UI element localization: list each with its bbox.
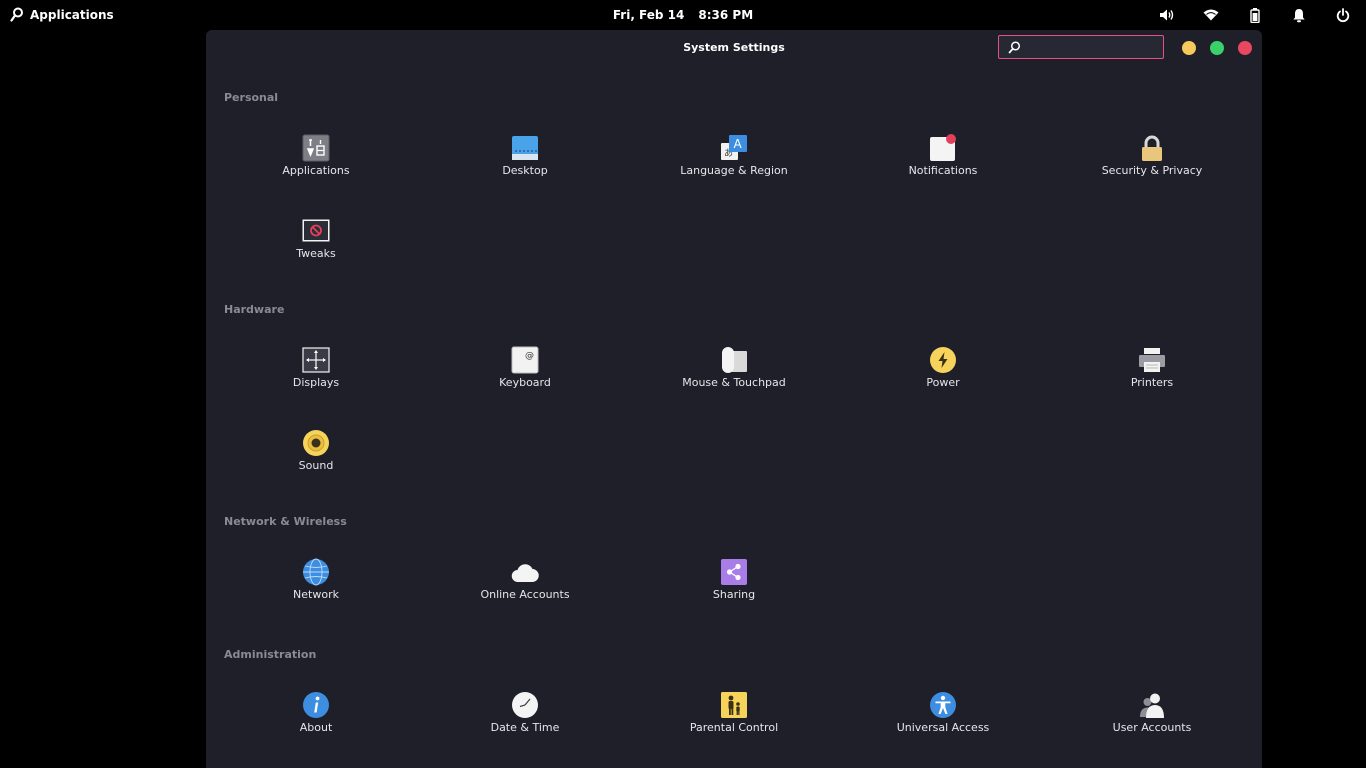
settings-item-security-privacy[interactable]: Security & Privacy xyxy=(1072,134,1232,192)
battery-icon xyxy=(1250,7,1260,23)
settings-item-keyboard[interactable]: @ Keyboard xyxy=(445,346,605,404)
tweaks-icon xyxy=(302,219,330,242)
settings-item-language-region[interactable]: あ A Language & Region xyxy=(654,134,814,192)
settings-item-parental-control[interactable]: Parental Control xyxy=(654,691,814,749)
settings-item-label: Displays xyxy=(292,376,340,389)
settings-item-label: Notifications xyxy=(908,164,978,177)
settings-item-label: Network xyxy=(293,588,339,601)
svg-text:A: A xyxy=(734,137,743,151)
settings-item-displays[interactable]: Displays xyxy=(236,346,396,404)
bell-icon xyxy=(1293,8,1305,22)
settings-item-label: Universal Access xyxy=(896,721,990,734)
power-indicator[interactable] xyxy=(1334,6,1352,24)
svg-text:@: @ xyxy=(525,351,534,361)
settings-item-online-accounts[interactable]: Online Accounts xyxy=(445,558,605,616)
settings-item-label: Sharing xyxy=(712,588,756,601)
settings-item-label: Applications xyxy=(282,164,350,177)
settings-item-label: Keyboard xyxy=(499,376,551,389)
display-icon xyxy=(302,347,330,373)
clock-icon xyxy=(512,692,538,718)
section-title-network-wireless: Network & Wireless xyxy=(224,515,347,528)
settings-item-label: Desktop xyxy=(502,164,548,177)
settings-item-applications[interactable]: Applications xyxy=(236,134,396,192)
settings-item-notifications[interactable]: Notifications xyxy=(863,134,1023,192)
settings-item-mouse-touchpad[interactable]: Mouse & Touchpad xyxy=(654,346,814,404)
settings-item-label: Security & Privacy xyxy=(1101,164,1203,177)
settings-item-label: Mouse & Touchpad xyxy=(682,376,786,389)
applications-icon xyxy=(302,134,330,162)
settings-item-power[interactable]: Power xyxy=(863,346,1023,404)
volume-indicator[interactable] xyxy=(1158,6,1176,24)
settings-item-label: About xyxy=(299,721,333,734)
settings-item-label: Power xyxy=(926,376,960,389)
settings-item-label: Language & Region xyxy=(680,164,788,177)
globe-icon xyxy=(303,558,329,586)
lock-icon xyxy=(1142,135,1162,161)
notifications-indicator[interactable] xyxy=(1290,6,1308,24)
settings-item-label: Printers xyxy=(1130,376,1174,389)
settings-item-about[interactable]: About xyxy=(236,691,396,749)
power-icon xyxy=(1336,7,1350,22)
battery-indicator[interactable] xyxy=(1246,6,1264,24)
keyboard-icon: @ xyxy=(511,346,539,374)
applications-menu-button[interactable]: Applications xyxy=(10,7,114,22)
settings-item-label: User Accounts xyxy=(1112,721,1192,734)
notifications-settings-icon xyxy=(930,134,956,161)
desktop-icon xyxy=(512,136,538,160)
settings-item-label: Online Accounts xyxy=(480,588,570,601)
settings-item-desktop[interactable]: Desktop xyxy=(445,134,605,192)
search-box[interactable] xyxy=(998,35,1164,59)
settings-item-label: Tweaks xyxy=(296,247,336,260)
applications-menu-label: Applications xyxy=(30,7,114,22)
settings-item-network[interactable]: Network xyxy=(236,558,396,616)
power-settings-icon xyxy=(930,347,956,373)
language-icon: あ A xyxy=(721,135,747,160)
settings-item-sharing[interactable]: Sharing xyxy=(654,558,814,616)
section-title-hardware: Hardware xyxy=(224,303,285,316)
settings-item-tweaks[interactable]: Tweaks xyxy=(236,217,396,275)
settings-item-sound[interactable]: Sound xyxy=(236,429,396,487)
wifi-indicator[interactable] xyxy=(1202,6,1220,24)
settings-item-label: Parental Control xyxy=(689,721,779,734)
clock-time[interactable]: 8:36 PM xyxy=(698,8,753,22)
section-title-personal: Personal xyxy=(224,91,279,104)
system-settings-window: System Settings Personal Applications De… xyxy=(206,30,1262,768)
share-icon xyxy=(721,559,747,585)
clock-date[interactable]: Fri, Feb 14 xyxy=(613,8,685,22)
wifi-icon xyxy=(1203,9,1219,21)
settings-item-label: Date & Time xyxy=(490,721,560,734)
cloud-icon xyxy=(511,564,539,583)
users-icon xyxy=(1140,693,1164,718)
search-input[interactable] xyxy=(1025,39,1163,55)
search-icon xyxy=(1008,40,1021,53)
maximize-button[interactable] xyxy=(1210,41,1224,55)
mouse-icon xyxy=(722,347,747,373)
info-icon xyxy=(303,692,329,718)
titlebar: System Settings xyxy=(206,30,1262,66)
parental-control-icon xyxy=(721,692,747,718)
settings-item-label: Sound xyxy=(298,459,334,472)
speaker-icon xyxy=(303,430,329,456)
settings-item-date-time[interactable]: Date & Time xyxy=(445,691,605,749)
volume-icon xyxy=(1160,9,1174,21)
printer-icon xyxy=(1139,348,1165,372)
accessibility-icon xyxy=(930,692,956,718)
minimize-button[interactable] xyxy=(1182,41,1196,55)
settings-item-printers[interactable]: Printers xyxy=(1072,346,1232,404)
section-title-administration: Administration xyxy=(224,648,317,661)
settings-item-user-accounts[interactable]: User Accounts xyxy=(1072,691,1232,749)
settings-item-universal-access[interactable]: Universal Access xyxy=(863,691,1023,749)
top-panel: Applications Fri, Feb 14 8:36 PM xyxy=(0,0,1366,30)
search-icon xyxy=(10,7,23,22)
close-button[interactable] xyxy=(1238,41,1252,55)
